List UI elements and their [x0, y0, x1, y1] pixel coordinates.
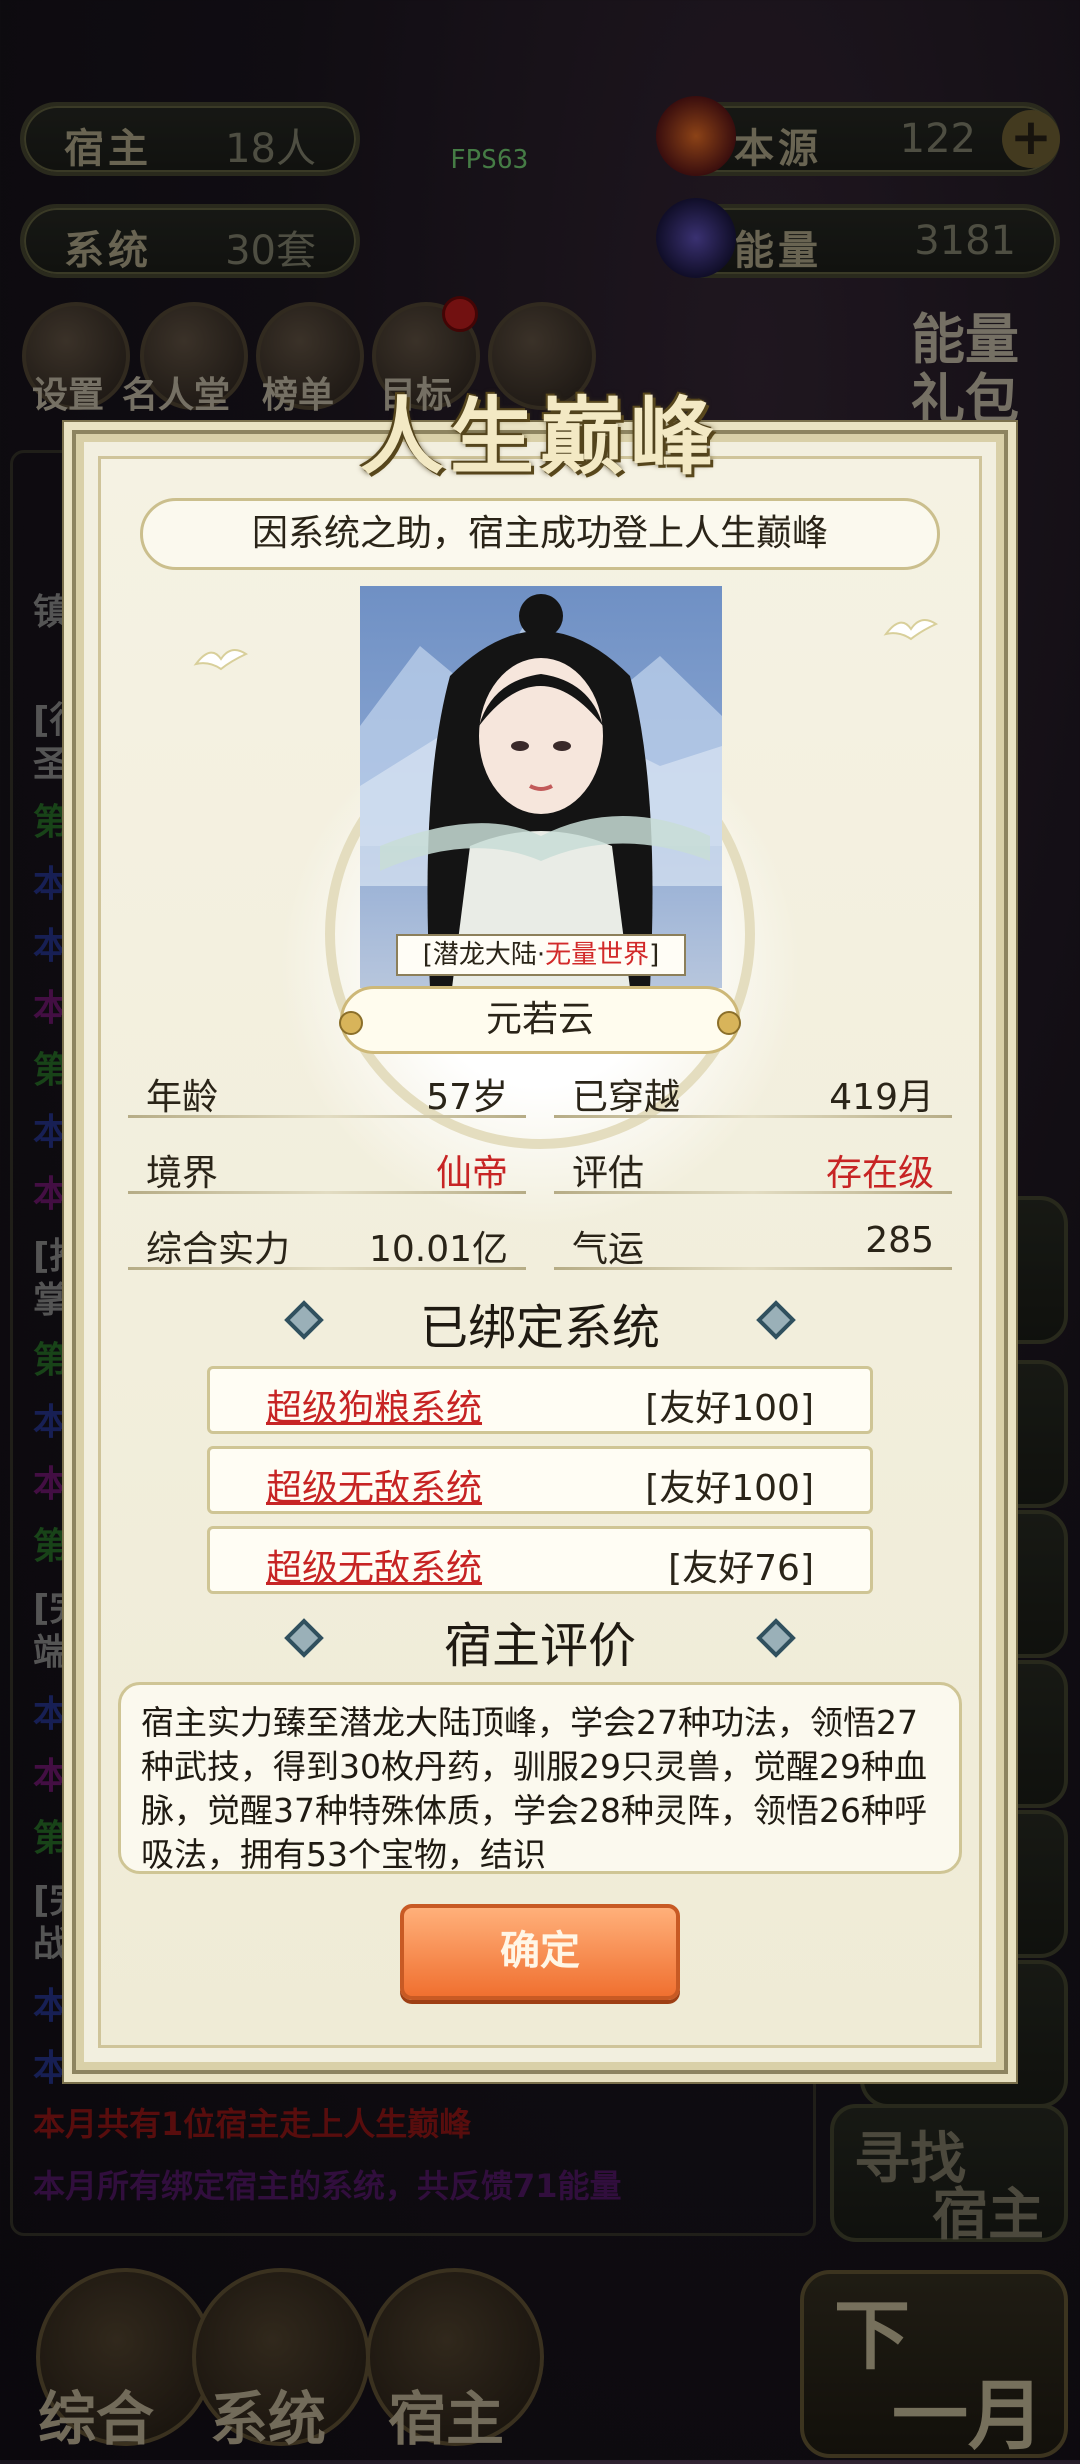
host-portrait	[360, 586, 722, 988]
origin-tier: 无量世界	[545, 940, 650, 970]
stat-luck: 气运 285	[554, 1212, 952, 1270]
system-name-link[interactable]: 超级无敌系统	[266, 1459, 482, 1511]
origin-separator: ·	[536, 940, 546, 970]
system-favor: [友好100]	[645, 1468, 814, 1509]
origin-world: 潜龙大陆	[432, 940, 537, 970]
host-name: 元若云	[485, 999, 594, 1040]
dialog-title: 人生巅峰	[359, 387, 720, 486]
stat-overall-power: 综合实力 10.01亿	[128, 1212, 526, 1270]
stat-divider	[128, 1267, 526, 1270]
system-name-link[interactable]: 超级无敌系统	[266, 1539, 482, 1591]
host-evaluation-text[interactable]: 宿主实力臻至潜龙大陆顶峰，学会27种功法，领悟27种武技，得到30枚丹药，驯服2…	[118, 1682, 962, 1874]
bound-system-row[interactable]: 超级无敌系统 [友好76]	[207, 1526, 873, 1594]
decorative-bird-icon	[883, 619, 939, 641]
system-name-link[interactable]: 超级狗粮系统	[266, 1379, 482, 1431]
stat-value: 仙帝	[435, 1153, 508, 1194]
stat-label: 年龄	[146, 1077, 219, 1118]
stat-label: 境界	[146, 1153, 219, 1194]
bound-systems-title: 已绑定系统	[419, 1300, 660, 1356]
dialog-subtitle: 因系统之助，宿主成功登上人生巅峰	[140, 498, 940, 570]
stat-label: 气运	[572, 1229, 645, 1270]
bound-systems-header: 已绑定系统	[240, 1288, 840, 1358]
host-evaluation-header: 宿主评价	[240, 1606, 840, 1676]
stat-divider	[128, 1115, 526, 1118]
bound-system-row[interactable]: 超级狗粮系统 [友好100]	[207, 1366, 873, 1434]
stat-divider	[554, 1115, 952, 1118]
diamond-ornament-icon	[756, 1300, 796, 1340]
host-evaluation-title: 宿主评价	[443, 1618, 636, 1674]
gem-icon	[339, 1011, 363, 1035]
diamond-ornament-icon	[284, 1300, 324, 1340]
stat-divider	[128, 1191, 526, 1194]
stat-label: 已穿越	[572, 1077, 681, 1118]
stat-value: 存在级	[825, 1153, 934, 1194]
diamond-ornament-icon	[284, 1618, 324, 1658]
stat-realm: 境界 仙帝	[128, 1136, 526, 1194]
stat-divider	[554, 1267, 952, 1270]
confirm-button[interactable]: 确定	[400, 1904, 680, 2000]
portrait-illustration	[360, 594, 722, 988]
system-favor: [友好100]	[645, 1388, 814, 1429]
system-favor: [友好76]	[668, 1548, 814, 1589]
stat-value: 285	[865, 1220, 934, 1261]
origin-world-tag: [潜龙大陆·无量世界]	[396, 934, 686, 976]
decorative-bird-icon	[193, 649, 249, 671]
stat-value: 10.01亿	[368, 1229, 508, 1270]
diamond-ornament-icon	[756, 1618, 796, 1658]
gem-icon	[717, 1011, 741, 1035]
stat-label: 综合实力	[146, 1229, 291, 1270]
stat-age: 年龄 57岁	[128, 1060, 526, 1118]
stat-value: 57岁	[426, 1077, 508, 1118]
stat-divider	[554, 1191, 952, 1194]
bound-system-row[interactable]: 超级无敌系统 [友好100]	[207, 1446, 873, 1514]
host-name-plate: 元若云	[339, 986, 741, 1054]
stat-value: 419月	[829, 1077, 934, 1118]
stat-time-traveled: 已穿越 419月	[554, 1060, 952, 1118]
stat-assessment: 评估 存在级	[554, 1136, 952, 1194]
stat-label: 评估	[572, 1153, 645, 1194]
